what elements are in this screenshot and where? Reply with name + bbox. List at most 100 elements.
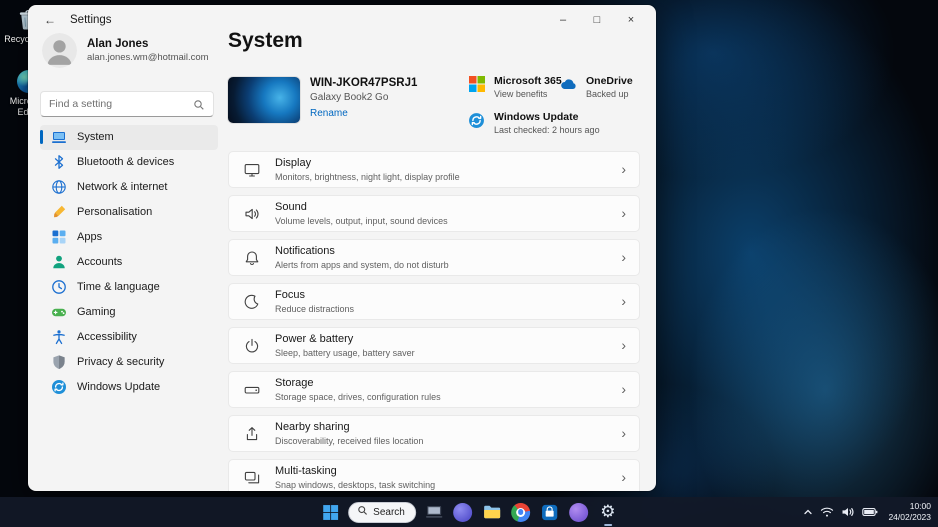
accessibility-person-icon bbox=[51, 329, 67, 345]
clock-time: 10:00 bbox=[888, 501, 931, 512]
taskbar-search-label: Search bbox=[373, 507, 405, 518]
taskbar-center: Search ⚙ bbox=[319, 497, 619, 527]
row-subtitle: Alerts from apps and system, do not dist… bbox=[275, 260, 449, 270]
chevron-right-icon: › bbox=[621, 381, 626, 397]
close-button[interactable]: × bbox=[614, 7, 648, 33]
sidebar-item-apps[interactable]: Apps bbox=[40, 225, 218, 250]
system-icon bbox=[51, 129, 67, 145]
multitasking-windows-icon bbox=[243, 469, 261, 487]
chevron-right-icon: › bbox=[621, 469, 626, 485]
sidebar-item-personalisation[interactable]: Personalisation bbox=[40, 200, 218, 225]
window-title: Settings bbox=[70, 14, 112, 26]
taskbar-app-laptop-icon[interactable] bbox=[423, 501, 445, 523]
device-info: WIN-JKOR47PSRJ1 Galaxy Book2 Go Rename bbox=[310, 77, 417, 119]
settings-row-nearby-sharing[interactable]: Nearby sharing Discoverability, received … bbox=[228, 415, 640, 452]
row-title: Multi-tasking bbox=[275, 465, 435, 477]
taskbar: Search ⚙ 10:00 24/02/2023 bbox=[0, 497, 938, 527]
row-title: Display bbox=[275, 157, 460, 169]
windows-update-icon bbox=[468, 111, 486, 129]
settings-row-power-battery[interactable]: Power & batterySleep, battery usage, bat… bbox=[228, 327, 640, 364]
chevron-right-icon: › bbox=[621, 337, 626, 353]
bell-icon bbox=[243, 249, 261, 267]
row-subtitle: Discoverability, received files location bbox=[275, 436, 423, 446]
status-subtitle: Backed up bbox=[586, 89, 633, 99]
battery-icon[interactable] bbox=[862, 507, 878, 517]
settings-list: DisplayMonitors, brightness, night light… bbox=[228, 151, 640, 491]
status-windows-update[interactable]: Windows Update Last checked: 2 hours ago bbox=[468, 111, 600, 135]
start-button[interactable] bbox=[319, 501, 341, 523]
settings-window: ← Settings – □ × Alan Jones alan.jones.w… bbox=[28, 5, 656, 491]
sidebar-item-time-language[interactable]: Time & language bbox=[40, 275, 218, 300]
settings-search-box bbox=[40, 91, 214, 117]
maximize-button[interactable]: □ bbox=[580, 7, 614, 33]
tray-chevron-up-icon[interactable] bbox=[803, 507, 813, 517]
sidebar-item-label: Windows Update bbox=[77, 381, 160, 393]
settings-gear-icon[interactable]: ⚙ bbox=[597, 501, 619, 523]
chrome-icon[interactable] bbox=[510, 501, 532, 523]
onedrive-cloud-icon bbox=[560, 75, 578, 93]
volume-icon[interactable] bbox=[841, 506, 855, 518]
globe-icon bbox=[51, 179, 67, 195]
microsoft-365-icon bbox=[468, 75, 486, 93]
user-account-card[interactable]: Alan Jones alan.jones.wm@hotmail.com bbox=[42, 33, 209, 68]
rename-link[interactable]: Rename bbox=[310, 108, 417, 119]
sidebar-item-privacy-security[interactable]: Privacy & security bbox=[40, 350, 218, 375]
back-button[interactable]: ← bbox=[44, 13, 56, 27]
row-title: Focus bbox=[275, 289, 354, 301]
device-wallpaper-thumbnail bbox=[228, 77, 300, 123]
taskbar-search[interactable]: Search bbox=[348, 502, 416, 523]
clock-date: 24/02/2023 bbox=[888, 512, 931, 523]
status-onedrive[interactable]: OneDrive Backed up bbox=[560, 75, 633, 99]
storage-drive-icon bbox=[243, 381, 261, 399]
row-title: Nearby sharing bbox=[275, 421, 423, 433]
sidebar-item-accounts[interactable]: Accounts bbox=[40, 250, 218, 275]
file-explorer-icon[interactable] bbox=[481, 501, 503, 523]
status-title: Windows Update bbox=[494, 111, 600, 123]
system-tray: 10:00 24/02/2023 bbox=[803, 497, 931, 527]
sidebar-item-label: Bluetooth & devices bbox=[77, 156, 174, 168]
row-title: Power & battery bbox=[275, 333, 415, 345]
sidebar-item-windows-update[interactable]: Windows Update bbox=[40, 375, 218, 400]
device-model: Galaxy Book2 Go bbox=[310, 92, 417, 103]
row-title: Notifications bbox=[275, 245, 449, 257]
settings-row-notifications[interactable]: Notifications Alerts from apps and system… bbox=[228, 239, 640, 276]
clock-icon bbox=[51, 279, 67, 295]
sidebar-item-bluetooth-devices[interactable]: Bluetooth & devices bbox=[40, 150, 218, 175]
windows-update-icon bbox=[51, 379, 67, 395]
row-subtitle: Volume levels, output, input, sound devi… bbox=[275, 216, 448, 226]
wifi-icon[interactable] bbox=[820, 506, 834, 518]
speaker-icon bbox=[243, 205, 261, 223]
settings-row-storage[interactable]: StorageStorage space, drives, configurat… bbox=[228, 371, 640, 408]
microsoft-store-icon[interactable] bbox=[539, 501, 561, 523]
sidebar-item-system[interactable]: System bbox=[40, 125, 218, 150]
taskbar-clock[interactable]: 10:00 24/02/2023 bbox=[888, 501, 931, 523]
taskbar-app-purple-icon[interactable] bbox=[452, 501, 474, 523]
moon-focus-icon bbox=[243, 293, 261, 311]
sidebar-item-gaming[interactable]: Gaming bbox=[40, 300, 218, 325]
user-email: alan.jones.wm@hotmail.com bbox=[87, 52, 209, 63]
row-title: Sound bbox=[275, 201, 448, 213]
settings-row-focus[interactable]: FocusReduce distractions › bbox=[228, 283, 640, 320]
sidebar-item-accessibility[interactable]: Accessibility bbox=[40, 325, 218, 350]
status-subtitle: View benefits bbox=[494, 89, 562, 99]
search-input[interactable] bbox=[49, 98, 193, 110]
display-icon bbox=[243, 161, 261, 179]
minimize-button[interactable]: – bbox=[546, 7, 580, 33]
sidebar-item-label: Apps bbox=[77, 231, 102, 243]
sidebar-item-network-internet[interactable]: Network & internet bbox=[40, 175, 218, 200]
shield-icon bbox=[51, 354, 67, 370]
avatar bbox=[42, 33, 77, 68]
sidebar-item-label: Gaming bbox=[77, 306, 116, 318]
sidebar-nav: System Bluetooth & devices Network & int… bbox=[40, 125, 218, 400]
sidebar-item-label: Accounts bbox=[77, 256, 122, 268]
chevron-right-icon: › bbox=[621, 293, 626, 309]
settings-row-multi-tasking[interactable]: Multi-taskingSnap windows, desktops, tas… bbox=[228, 459, 640, 491]
taskbar-app-violet-icon[interactable] bbox=[568, 501, 590, 523]
chevron-right-icon: › bbox=[621, 205, 626, 221]
status-microsoft-365[interactable]: Microsoft 365 View benefits bbox=[468, 75, 562, 99]
settings-row-display[interactable]: DisplayMonitors, brightness, night light… bbox=[228, 151, 640, 188]
user-name: Alan Jones bbox=[87, 38, 209, 50]
person-icon bbox=[51, 254, 67, 270]
sidebar-item-label: Network & internet bbox=[77, 181, 167, 193]
settings-row-sound[interactable]: Sound Volume levels, output, input, sound… bbox=[228, 195, 640, 232]
